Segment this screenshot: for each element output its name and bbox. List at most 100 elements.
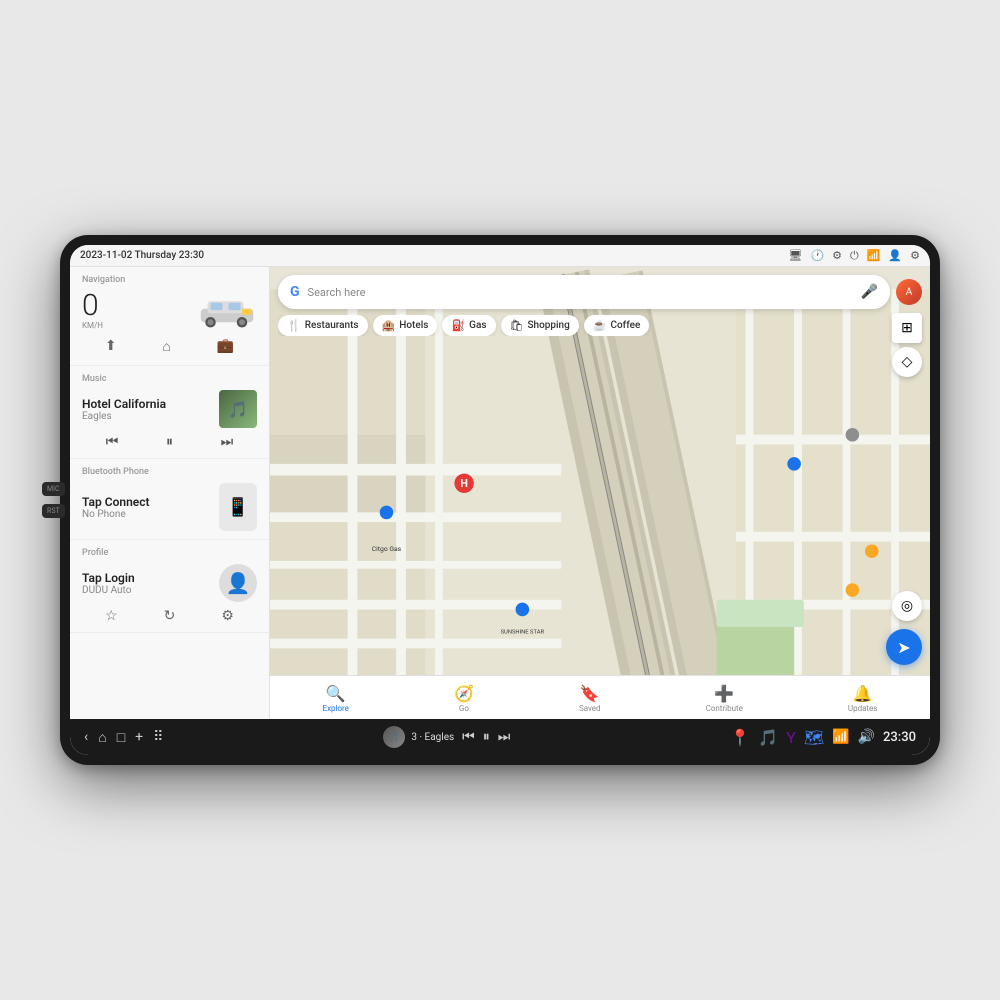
navigation-btn[interactable]: ➤ (886, 629, 922, 665)
volume-icon[interactable]: 🔊 (858, 729, 875, 745)
profile-content: Tap Login DUDU Auto 👤 (82, 564, 257, 602)
display-icon: 🖥 (788, 249, 802, 262)
sys-next-btn[interactable]: ⏭ (498, 729, 511, 745)
profile-subtitle: DUDU Auto (82, 585, 209, 596)
profile-avatar: 👤 (219, 564, 257, 602)
wifi-status-icon: 📶 (832, 729, 849, 745)
location-icon[interactable]: 📍 (730, 728, 750, 747)
sys-music-info: 🎵 3 · Eagles (383, 726, 454, 748)
map-nav-explore[interactable]: 🔍 Explore (323, 684, 349, 713)
explore-label: Explore (323, 704, 349, 713)
explore-icon: 🔍 (326, 684, 346, 703)
music-app-icon[interactable]: 🎵 (758, 728, 778, 747)
bt-content: Tap Connect No Phone 📱 (82, 483, 257, 531)
chip-gas[interactable]: ⛽ Gas (442, 315, 495, 336)
chip-restaurants[interactable]: 🍴 Restaurants (278, 315, 368, 336)
settings-btn[interactable]: ⚙ (221, 608, 234, 624)
star-btn[interactable]: ☆ (105, 608, 118, 624)
updates-icon: 🔔 (853, 684, 873, 703)
home-btn[interactable]: ⌂ (98, 729, 106, 746)
chip-shopping[interactable]: 🛍 Shopping (501, 315, 579, 336)
bt-info: Tap Connect No Phone (82, 495, 209, 520)
search-row: G Search here 🎤 A (278, 275, 922, 309)
map-compass[interactable]: ◇ (892, 347, 922, 377)
phone-icon: 📱 (219, 483, 257, 531)
mic-button[interactable]: MIC (42, 482, 65, 496)
map-area[interactable]: H Citgo Gas SUNSHINE STAR (270, 267, 930, 719)
status-bar: 2023-11-02 Thursday 23:30 🖥 🕐 ⚙ ⏻ 📶 👤 ⚙ (70, 245, 930, 267)
map-search-bar: G Search here 🎤 A 🍴 Restaurants 🏨 (278, 275, 922, 336)
chip-coffee[interactable]: ☕ Coffee (584, 315, 650, 336)
nav-home-btn[interactable]: ⌂ (158, 336, 174, 357)
sys-album-art: 🎵 (383, 726, 405, 748)
svg-text:H: H (460, 477, 468, 490)
saved-icon: 🔖 (580, 684, 600, 703)
nav-briefcase-btn[interactable]: 💼 (213, 336, 238, 357)
sys-track-label: 3 · Eagles (411, 732, 454, 743)
power-icon: ⏻ (850, 249, 859, 263)
square-btn[interactable]: □ (117, 729, 125, 746)
nav-controls: ⬆ ⌂ 💼 (82, 336, 257, 357)
settings-circle-icon: ⚙ (832, 249, 842, 262)
go-icon: 🧭 (454, 684, 474, 703)
profile-controls: ☆ ↻ ⚙ (82, 608, 257, 624)
profile-label: Profile (82, 548, 257, 558)
map-nav-contribute[interactable]: ➕ Contribute (706, 684, 743, 713)
nav-speed-row: 0 KM/H (82, 291, 257, 330)
datetime-display: 2023-11-02 Thursday 23:30 (80, 250, 204, 261)
search-mic-btn[interactable]: 🎤 (861, 284, 878, 300)
saved-label: Saved (579, 704, 601, 713)
search-input-wrap[interactable]: G Search here 🎤 (278, 275, 890, 309)
sys-center: 🎵 3 · Eagles ⏮ ⏸ ⏭ (171, 726, 722, 748)
sys-right-controls: 📍 🎵 Y 🗺 📶 🔊 23:30 (730, 728, 916, 747)
system-bar: ‹ ⌂ □ + ⠿ 🎵 3 · Eagles ⏮ ⏸ ⏭ 📍 🎵 Y 🗺 (70, 719, 930, 755)
map-nav-go[interactable]: 🧭 Go (454, 684, 474, 713)
sys-pause-btn[interactable]: ⏸ (483, 729, 490, 745)
maps-app-icon[interactable]: 🗺 (804, 728, 824, 747)
map-bottom-bar: 🔍 Explore 🧭 Go 🔖 Saved ➕ Contribute (270, 675, 930, 719)
google-logo: G (290, 284, 300, 300)
pause-btn[interactable]: ⏸ (166, 434, 173, 450)
map-nav-updates[interactable]: 🔔 Updates (848, 684, 878, 713)
svg-text:SUNSHINE STAR: SUNSHINE STAR (501, 630, 545, 636)
gas-icon: ⛽ (451, 319, 465, 332)
next-track-btn[interactable]: ⏭ (221, 434, 234, 450)
rst-button[interactable]: RST (42, 504, 65, 518)
bt-subtitle: No Phone (82, 509, 209, 520)
music-info: Hotel California Eagles (82, 397, 209, 422)
plus-btn[interactable]: + (135, 729, 143, 745)
yahoo-icon[interactable]: Y (786, 728, 796, 747)
album-art: 🎵 (219, 390, 257, 428)
side-buttons: MIC RST (42, 482, 65, 518)
gear-icon: ⚙ (910, 249, 920, 262)
contribute-icon: ➕ (714, 684, 734, 703)
chip-label-coffee: Coffee (610, 320, 640, 331)
bluetooth-label: Bluetooth Phone (82, 467, 257, 477)
bt-title: Tap Connect (82, 495, 209, 509)
go-label: Go (459, 704, 469, 713)
bluetooth-section: Bluetooth Phone Tap Connect No Phone 📱 (70, 459, 269, 540)
search-avatar[interactable]: A (896, 279, 922, 305)
prev-track-btn[interactable]: ⏮ (106, 434, 119, 450)
grid-btn[interactable]: ⠿ (153, 729, 163, 745)
hotels-icon: 🏨 (382, 319, 396, 332)
chip-hotels[interactable]: 🏨 Hotels (373, 315, 438, 336)
speed-value: 0 (82, 291, 103, 321)
category-chips: 🍴 Restaurants 🏨 Hotels ⛽ Gas 🛍 (278, 315, 922, 336)
chip-label-restaurants: Restaurants (305, 320, 359, 331)
chip-label-hotels: Hotels (399, 320, 428, 331)
search-input-text: Search here (308, 286, 853, 299)
navigation-section: Navigation 0 KM/H (70, 267, 269, 366)
system-time: 23:30 (883, 730, 916, 745)
nav-arrow-btn[interactable]: ⬆ (101, 336, 121, 357)
current-location-btn[interactable]: ◎ (892, 591, 922, 621)
music-section: Music Hotel California Eagles 🎵 ⏮ ⏸ ⏭ (70, 366, 269, 459)
shopping-icon: 🛍 (510, 319, 524, 332)
sys-prev-btn[interactable]: ⏮ (462, 729, 475, 745)
music-title: Hotel California (82, 397, 209, 411)
updates-label: Updates (848, 704, 878, 713)
refresh-btn[interactable]: ↻ (164, 608, 176, 624)
map-nav-saved[interactable]: 🔖 Saved (579, 684, 601, 713)
back-btn[interactable]: ‹ (84, 729, 88, 745)
svg-text:Citgo Gas: Citgo Gas (372, 545, 402, 553)
